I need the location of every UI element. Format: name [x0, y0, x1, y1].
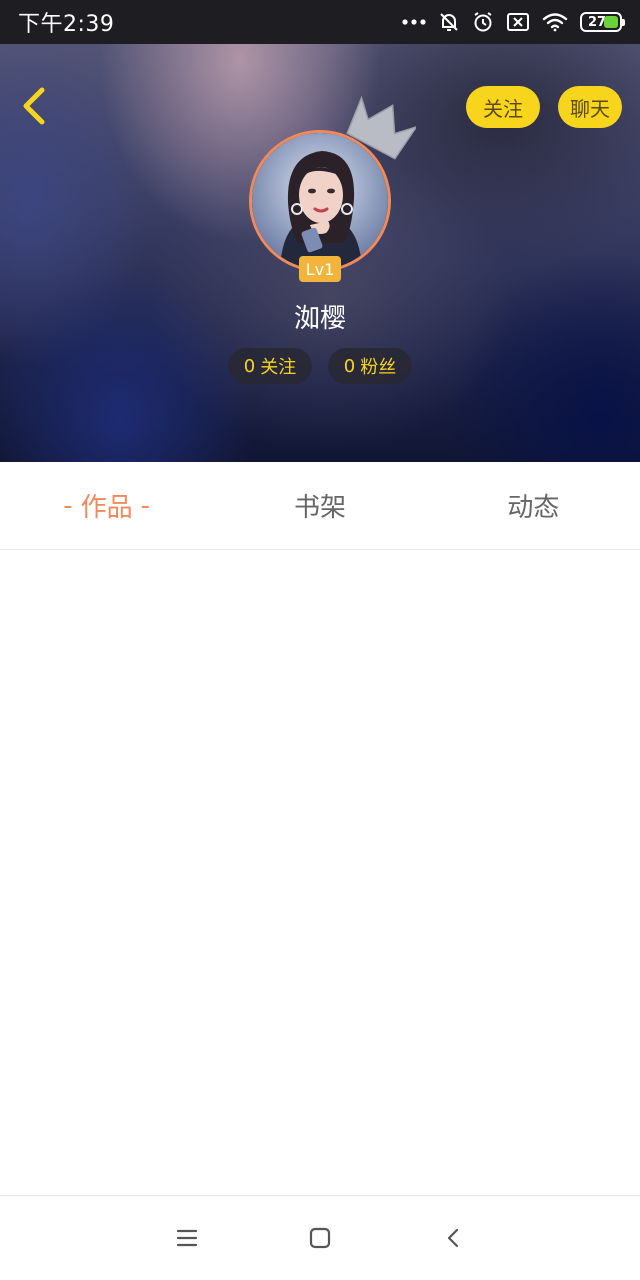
profile-tabs: - 作品 - 书架 动态 — [0, 462, 640, 550]
more-dots-icon — [402, 18, 426, 26]
battery-icon: 27 — [580, 12, 625, 32]
username: 洳樱 — [293, 304, 346, 334]
battery-tip — [622, 19, 625, 26]
status-time: 下午2:39 — [18, 12, 115, 37]
tab-bookshelf-label: 书架 — [293, 493, 346, 523]
nav-home-button[interactable] — [296, 1214, 344, 1262]
menu-icon — [176, 1229, 198, 1247]
back-button[interactable] — [14, 82, 58, 130]
tab-active-dash-left: - — [63, 490, 73, 521]
nav-back-button[interactable] — [430, 1214, 478, 1262]
home-square-icon — [309, 1227, 331, 1249]
works-content-area — [0, 551, 640, 1195]
fans-count-button[interactable]: 0 粉丝 — [328, 348, 412, 384]
following-count-button[interactable]: 0 关注 — [228, 348, 312, 384]
avatar[interactable] — [249, 130, 391, 272]
tab-activity-label: 动态 — [507, 493, 560, 523]
system-nav-bar — [0, 1195, 640, 1280]
alarm-icon — [472, 11, 494, 33]
following-label: 关注 — [260, 357, 297, 378]
wifi-icon — [542, 12, 568, 32]
bell-muted-icon — [438, 11, 460, 33]
fans-count: 0 — [343, 355, 356, 377]
sim-off-icon — [506, 12, 530, 32]
back-chevron-icon — [447, 1228, 459, 1248]
fans-label: 粉丝 — [360, 357, 397, 378]
tab-bookshelf[interactable]: 书架 — [213, 462, 426, 549]
tab-active-dash-right: - — [140, 490, 151, 521]
status-icons: 27 — [402, 11, 625, 33]
nav-menu-button[interactable] — [163, 1214, 211, 1262]
chevron-left-icon — [23, 87, 45, 125]
battery-fill — [604, 16, 618, 28]
tab-activity[interactable]: 动态 — [427, 462, 640, 549]
chat-button[interactable]: 聊天 — [558, 86, 622, 128]
following-count: 0 — [243, 355, 256, 377]
tab-works[interactable]: - 作品 - — [0, 462, 213, 549]
avatar-photo — [252, 133, 388, 269]
tab-works-label: 作品 — [80, 493, 133, 523]
status-bar: 下午2:39 27 — [0, 0, 640, 44]
level-badge: Lv1 — [299, 256, 341, 282]
follow-button[interactable]: 关注 — [466, 86, 540, 128]
